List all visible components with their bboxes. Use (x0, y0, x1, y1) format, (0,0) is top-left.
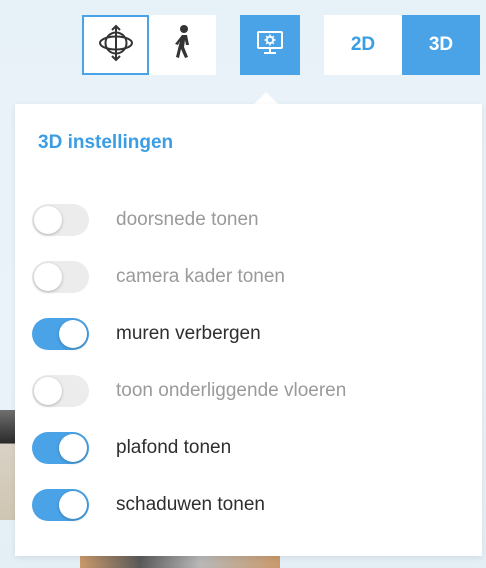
toggle-knob (34, 263, 62, 291)
option-row-muren-verbergen: muren verbergen (32, 317, 462, 351)
toggle-switch[interactable] (32, 432, 89, 464)
settings-popover: 3D instellingen doorsnede tonen camera k… (15, 104, 482, 556)
option-label: toon onderliggende vloeren (116, 380, 347, 401)
toggle-knob (34, 377, 62, 405)
background-scene (0, 410, 16, 520)
option-row-camera-kader: camera kader tonen (32, 260, 462, 294)
toggle-knob (59, 491, 87, 519)
view-3d-button[interactable]: 3D (402, 15, 480, 75)
toggle-switch[interactable] (32, 489, 89, 521)
toggle-switch[interactable] (32, 204, 89, 236)
option-row-onderliggende-vloeren: toon onderliggende vloeren (32, 374, 462, 408)
toggle-switch[interactable] (32, 261, 89, 293)
option-label: muren verbergen (116, 323, 261, 344)
toggle-switch[interactable] (32, 375, 89, 407)
option-label: camera kader tonen (116, 266, 285, 287)
option-row-schaduwen: schaduwen tonen (32, 488, 462, 522)
option-label: doorsnede tonen (116, 209, 259, 230)
view-2d-button[interactable]: 2D (324, 15, 402, 75)
popover-title: 3D instellingen (38, 132, 174, 153)
view-settings-button[interactable] (240, 15, 300, 75)
walk-icon (168, 23, 198, 68)
settings-monitor-icon (255, 28, 285, 63)
option-row-plafond: plafond tonen (32, 431, 462, 465)
walk-mode-button[interactable] (149, 15, 216, 75)
toggle-knob (59, 434, 87, 462)
option-label: plafond tonen (116, 437, 232, 458)
toggle-knob (59, 320, 87, 348)
option-label: schaduwen tonen (116, 494, 265, 515)
toggle-switch[interactable] (32, 318, 89, 350)
toggle-knob (34, 206, 62, 234)
orbit-icon (96, 23, 136, 68)
orbit-mode-button[interactable] (82, 15, 149, 75)
option-row-doorsnede: doorsnede tonen (32, 203, 462, 237)
